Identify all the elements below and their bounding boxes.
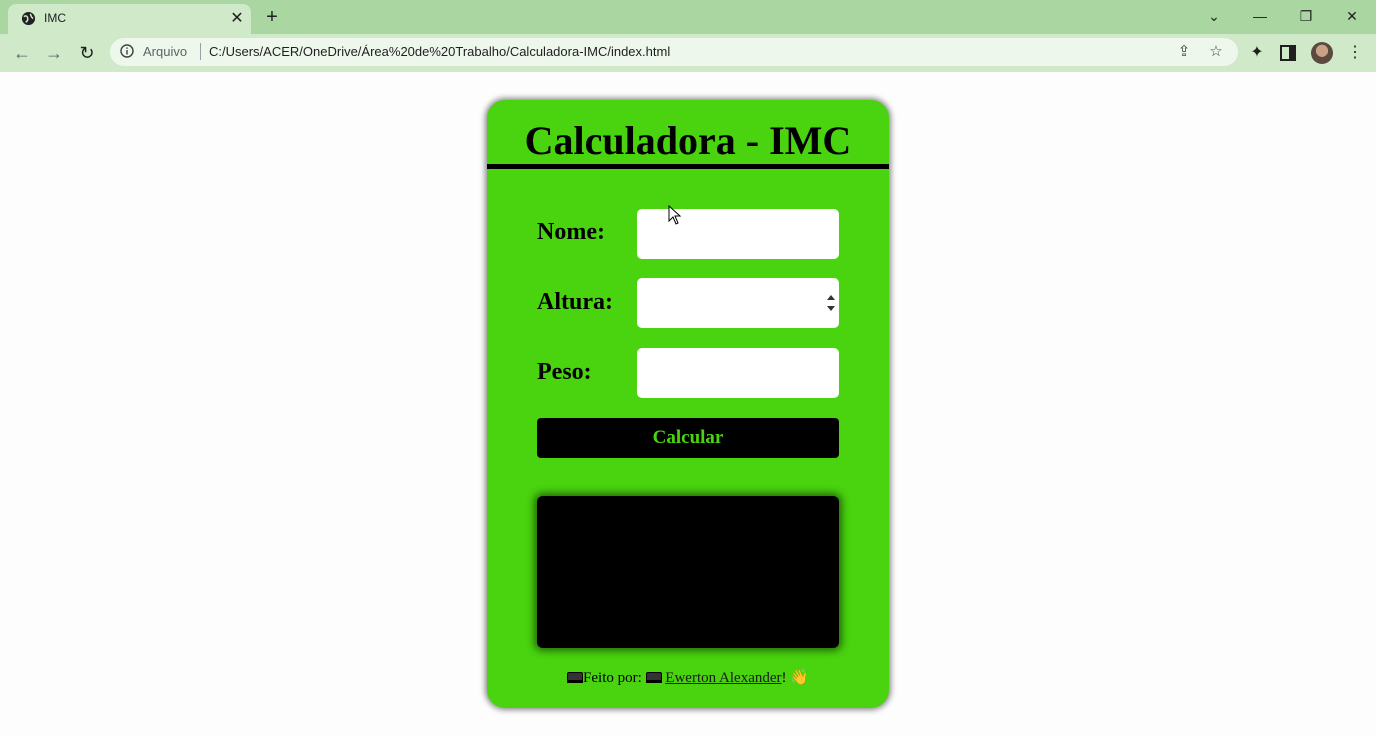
extensions-icon[interactable]: ✦ [1245, 41, 1269, 65]
tab-imc[interactable]: IMC ✕ [8, 4, 251, 34]
side-panel-icon[interactable] [1280, 45, 1296, 61]
new-tab-button[interactable]: + [261, 6, 283, 28]
scheme-label: Arquivo [143, 44, 188, 59]
minimize-button[interactable]: — [1237, 2, 1283, 30]
calcular-button[interactable]: Calcular [537, 418, 839, 458]
avatar[interactable] [1311, 42, 1333, 64]
result-box [537, 496, 839, 648]
forward-button[interactable]: → [41, 40, 67, 66]
author-link[interactable]: Ewerton Alexander [665, 670, 781, 686]
menu-icon[interactable]: ⋮ [1343, 41, 1367, 65]
address-bar[interactable]: Arquivo C:/Users/ACER/OneDrive/Área%20de… [110, 38, 1238, 66]
imc-card: Calculadora - IMC Nome: Altura: Peso: Ca… [487, 100, 889, 708]
peso-input[interactable] [637, 348, 839, 398]
altura-label: Altura: [537, 289, 613, 315]
share-icon[interactable]: ⇪ [1174, 42, 1194, 62]
url-text[interactable]: C:/Users/ACER/OneDrive/Área%20de%20Traba… [209, 44, 670, 59]
mouse-cursor-icon [668, 205, 682, 225]
footer: Feito por: Ewerton Alexander! 👋 [487, 668, 889, 687]
close-window-button[interactable]: ✕ [1329, 2, 1375, 30]
restore-button[interactable]: ❐ [1283, 2, 1329, 30]
tab-strip: IMC ✕ + ⌄ — ❐ ✕ [0, 0, 1376, 34]
tab-title: IMC [44, 11, 66, 25]
laptop-icon [645, 672, 662, 683]
tab-close-icon[interactable]: ✕ [228, 10, 246, 28]
omnibox-divider [200, 43, 201, 60]
info-icon[interactable] [120, 44, 134, 58]
footer-suffix: ! [781, 670, 787, 686]
star-icon[interactable]: ☆ [1206, 42, 1226, 62]
toolbar: ← → ↻ Arquivo C:/Users/ACER/OneDrive/Áre… [0, 34, 1376, 72]
altura-input[interactable] [637, 278, 839, 328]
back-button[interactable]: ← [9, 40, 35, 66]
waving-hand-icon: 👋 [790, 670, 809, 686]
nome-label: Nome: [537, 219, 605, 245]
reload-button[interactable]: ↻ [74, 40, 100, 66]
footer-prefix: Feito por: [583, 670, 642, 686]
page-title: Calculadora - IMC [524, 118, 852, 163]
tab-search-icon[interactable]: ⌄ [1191, 2, 1237, 30]
altura-spinner-icon[interactable] [826, 292, 836, 314]
page: Calculadora - IMC Nome: Altura: Peso: Ca… [0, 72, 1376, 736]
globe-icon [21, 11, 36, 26]
peso-label: Peso: [537, 359, 592, 385]
laptop-icon [567, 672, 584, 683]
title-divider [487, 164, 889, 169]
browser-chrome: IMC ✕ + ⌄ — ❐ ✕ ← → ↻ Arquivo C:/Users/A… [0, 0, 1376, 72]
